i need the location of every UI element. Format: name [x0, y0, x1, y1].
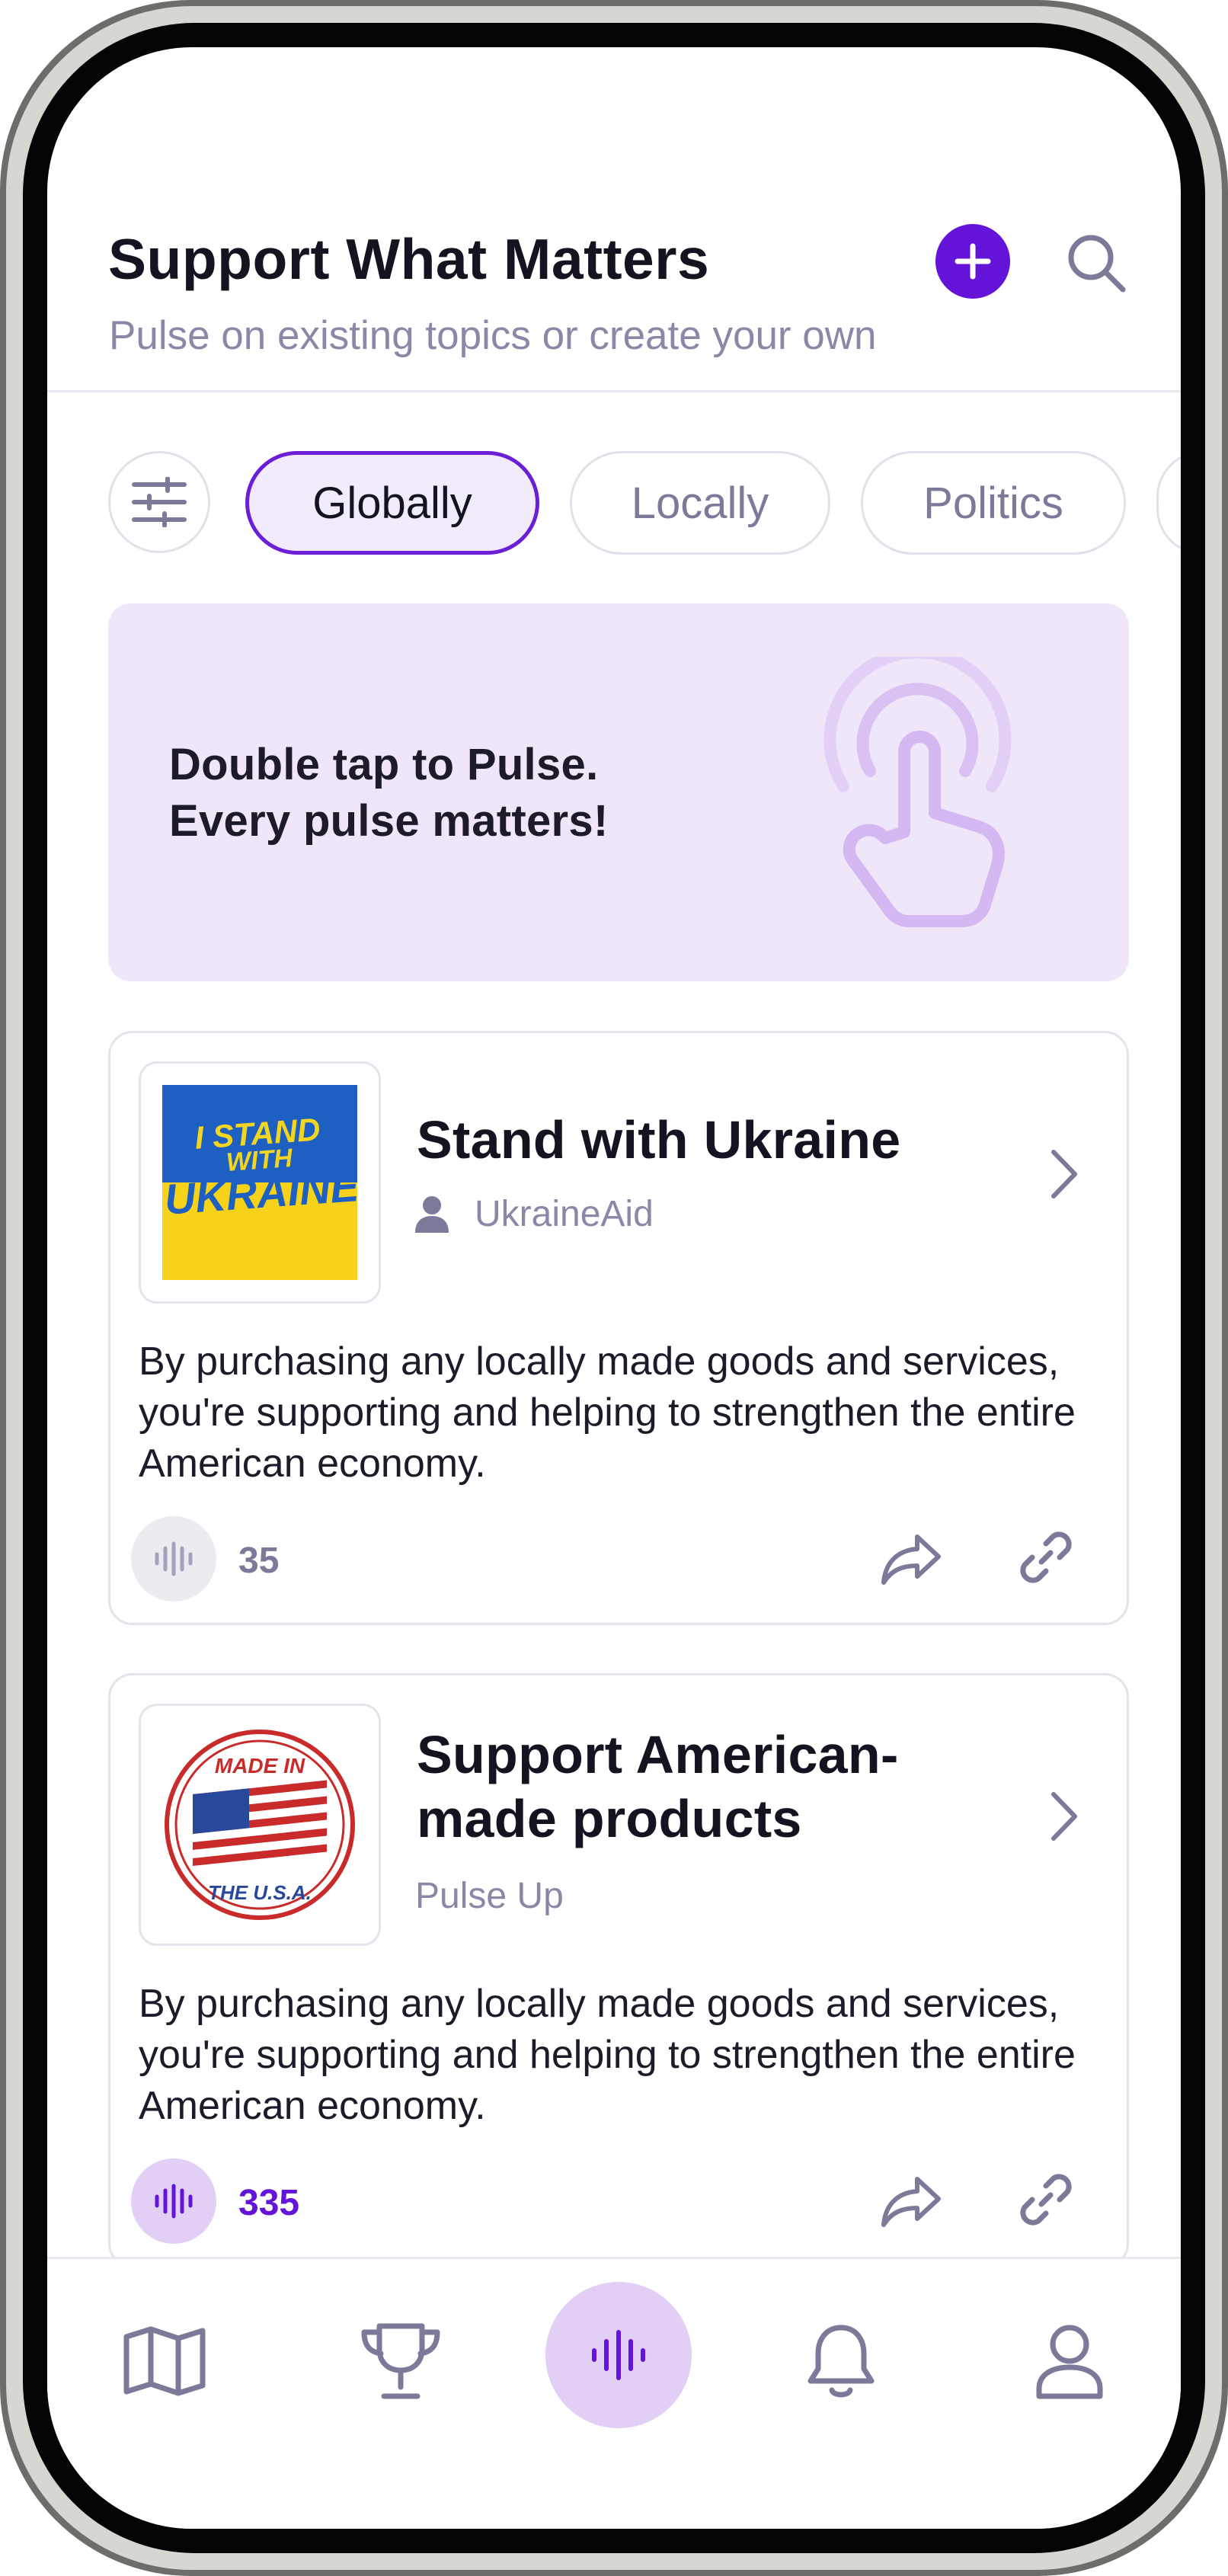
nav-notifications[interactable] — [788, 2308, 894, 2414]
chip-more[interactable] — [1156, 451, 1181, 555]
banner-text: Double tap to Pulse. Every pulse matters… — [169, 737, 609, 850]
pulse-button[interactable] — [131, 2158, 216, 2244]
topic-thumbnail: I STAND WITH UKRAINE — [139, 1061, 381, 1304]
app-screen: Support What Matters Pulse on existing t… — [47, 47, 1181, 2529]
topic-card[interactable]: MADE IN THE U.S.A. Support American- mad… — [108, 1673, 1129, 2267]
filter-button[interactable] — [108, 451, 210, 553]
nav-leaderboard[interactable] — [347, 2308, 454, 2414]
seal-text-bottom: THE U.S.A. — [208, 1881, 312, 1904]
seal-text-top: MADE IN — [215, 1754, 305, 1778]
pulse-icon — [592, 2330, 645, 2380]
made-in-usa-seal-image: MADE IN THE U.S.A. — [165, 1730, 355, 1920]
topic-thumbnail: MADE IN THE U.S.A. — [139, 1704, 381, 1946]
topic-author-name: Pulse Up — [415, 1876, 564, 1916]
chevron-right-icon[interactable] — [1047, 1147, 1081, 1201]
banner-line-2: Every pulse matters! — [169, 796, 609, 846]
pulse-icon — [155, 1541, 193, 1576]
chevron-right-icon[interactable] — [1047, 1790, 1081, 1843]
topic-description: By purchasing any locally made goods and… — [139, 1339, 1076, 1486]
topic-author: UkraineAid — [414, 1193, 654, 1235]
chip-locally[interactable]: Locally — [570, 451, 830, 555]
copy-link-button[interactable] — [1009, 1521, 1082, 1594]
pulse-button[interactable] — [131, 1516, 216, 1602]
topic-description: By purchasing any locally made goods and… — [139, 1982, 1076, 2128]
bottom-nav — [47, 2259, 1181, 2529]
create-topic-button[interactable] — [935, 224, 1010, 299]
topic-author-name: UkraineAid — [475, 1194, 654, 1234]
copy-link-button[interactable] — [1009, 2163, 1082, 2236]
banner-line-1: Double tap to Pulse. — [169, 740, 599, 789]
pulse-tip-banner: Double tap to Pulse. Every pulse matters… — [108, 603, 1129, 981]
topic-author: Pulse Up — [415, 1875, 564, 1917]
bell-icon — [807, 2325, 875, 2398]
share-icon — [881, 2177, 941, 2227]
nav-profile[interactable] — [1016, 2308, 1123, 2414]
share-button[interactable] — [875, 1522, 948, 1595]
nav-map[interactable] — [111, 2308, 218, 2414]
chip-globally[interactable]: Globally — [245, 451, 539, 555]
page-title: Support What Matters — [108, 227, 710, 291]
phone-frame: Support What Matters Pulse on existing t… — [0, 0, 1228, 2576]
share-icon — [881, 1534, 941, 1585]
page-subtitle: Pulse on existing topics or create your … — [109, 313, 877, 358]
topic-title: Stand with Ukraine — [417, 1110, 901, 1170]
topic-title-line-1: Support American- — [417, 1725, 899, 1784]
header-divider — [47, 390, 1181, 392]
link-icon — [1020, 2174, 1072, 2226]
user-icon — [415, 1195, 449, 1233]
pulse-count: 335 — [238, 2183, 300, 2223]
profile-icon — [1036, 2325, 1103, 2399]
ukraine-flag-image: I STAND WITH UKRAINE — [162, 1085, 357, 1280]
nav-pulse[interactable] — [545, 2282, 692, 2428]
plus-icon — [955, 243, 991, 280]
link-icon — [1020, 1531, 1072, 1583]
topic-title: Support American- made products — [417, 1723, 899, 1851]
tap-hand-icon — [823, 657, 1012, 927]
trophy-icon — [361, 2323, 440, 2399]
pulse-icon — [155, 2184, 193, 2219]
search-icon — [1068, 235, 1126, 293]
sliders-icon — [132, 477, 187, 527]
pulse-count: 35 — [238, 1541, 280, 1581]
map-icon — [123, 2326, 206, 2396]
share-button[interactable] — [875, 2165, 948, 2238]
chip-politics[interactable]: Politics — [861, 451, 1126, 555]
topic-card[interactable]: I STAND WITH UKRAINE Stand with Ukraine … — [108, 1031, 1129, 1625]
search-button[interactable] — [1060, 227, 1132, 299]
topic-title-line-2: made products — [417, 1789, 802, 1848]
